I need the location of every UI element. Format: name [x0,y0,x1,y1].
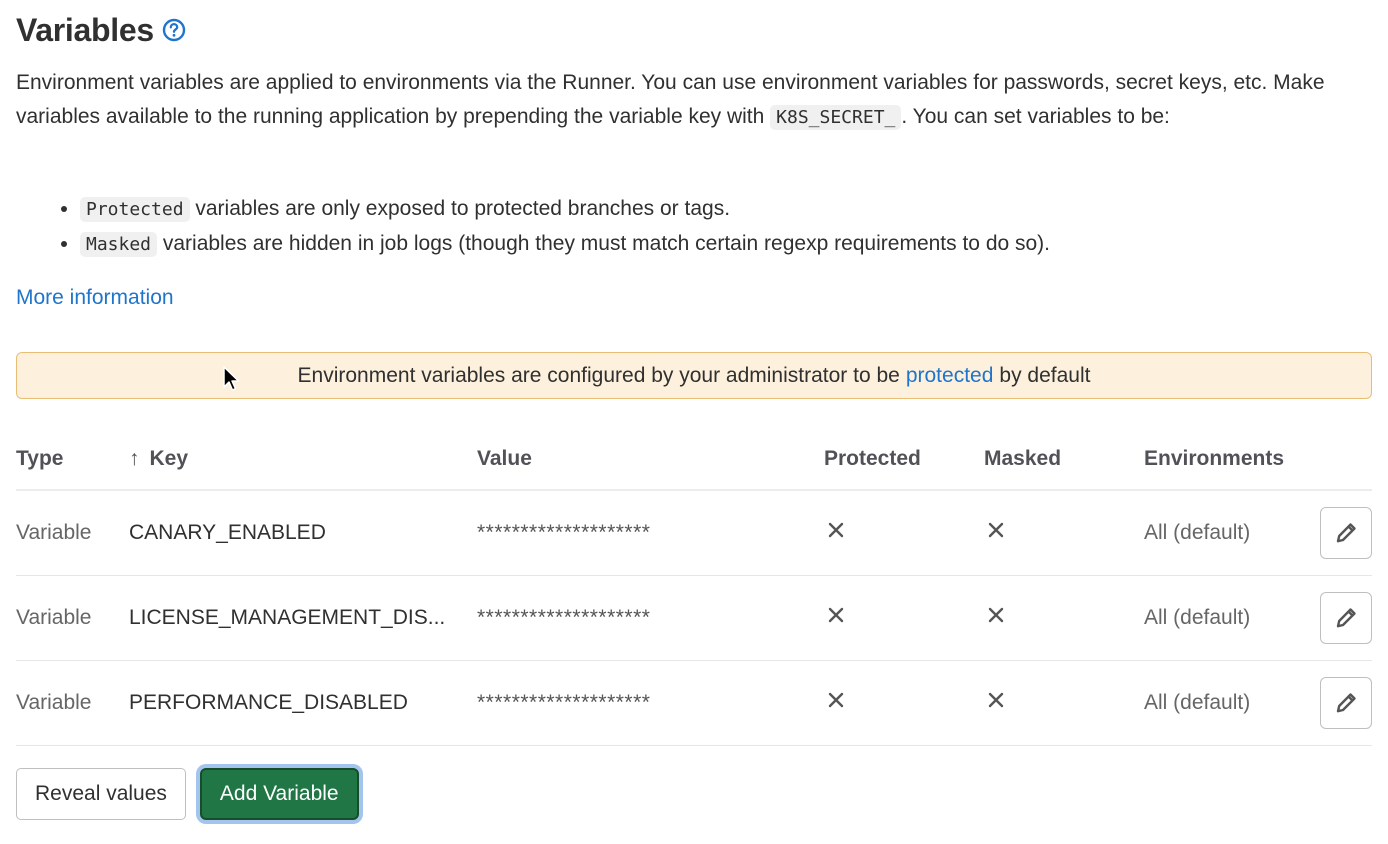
cell-value: ******************** [477,490,824,576]
cell-value: ******************** [477,660,824,746]
close-icon [988,522,1004,537]
column-value[interactable]: Value [477,428,824,491]
column-protected[interactable]: Protected [824,428,984,491]
cell-key: PERFORMANCE_DISABLED [129,660,477,746]
environment-scope: All (default) [1144,690,1251,714]
cell-protected [824,575,984,661]
cell-masked [984,660,1144,746]
more-information-link[interactable]: More information [16,286,174,310]
edit-variable-button[interactable] [1320,591,1372,644]
close-icon [988,607,1004,622]
close-icon [828,692,844,707]
column-type[interactable]: Type [16,428,129,491]
column-environments[interactable]: Environments [1144,428,1372,491]
list-item-protected: Protected variables are only exposed to … [80,192,1050,227]
environment-scope: All (default) [1144,605,1251,629]
cell-masked [984,490,1144,576]
cell-environments: All (default) [1144,575,1372,661]
cell-key: LICENSE_MANAGEMENT_DIS... [129,575,477,661]
table-row: Variable PERFORMANCE_DISABLED **********… [16,660,1372,746]
code-protected: Protected [80,197,190,222]
code-k8s-secret: K8S_SECRET_ [770,104,902,130]
description-text-2: . You can set variables to be: [901,104,1170,128]
cell-masked [984,575,1144,661]
edit-variable-button[interactable] [1320,506,1372,559]
edit-variable-button[interactable] [1320,676,1372,729]
cell-type: Variable [16,490,129,576]
close-icon [828,522,844,537]
bullet-text: variables are only exposed to protected … [189,197,731,220]
pencil-icon [1336,692,1356,712]
banner-text-after: by default [999,363,1091,387]
cell-type: Variable [16,575,129,661]
environment-scope: All (default) [1144,520,1251,544]
protected-default-banner: Environment variables are configured by … [16,352,1372,399]
variable-types-list: Protected variables are only exposed to … [16,192,1050,261]
pencil-icon [1336,607,1356,627]
list-item-masked: Masked variables are hidden in job logs … [80,227,1050,262]
question-circle-icon[interactable] [162,18,186,42]
column-key-label: Key [149,446,189,470]
mouse-cursor-icon [223,366,240,391]
description: Environment variables are applied to env… [16,66,1372,134]
column-key[interactable]: ↑ Key [129,428,477,491]
add-variable-button[interactable]: Add Variable [199,768,359,820]
cell-protected [824,490,984,576]
cell-value: ******************** [477,575,824,661]
bullet-text: variables are hidden in job logs (though… [157,231,1051,255]
title-row: Variables [16,10,186,50]
cell-protected [824,660,984,746]
pencil-icon [1336,523,1356,543]
reveal-values-button[interactable]: Reveal values [16,768,186,820]
variables-table: Type ↑ Key Value Protected Masked Environ… [16,428,1372,746]
banner-text-before: Environment variables are configured by … [297,363,900,387]
cell-environments: All (default) [1144,660,1372,746]
close-icon [828,607,844,622]
cell-environments: All (default) [1144,490,1372,576]
cell-type: Variable [16,660,129,746]
close-icon [988,692,1004,707]
table-row: Variable CANARY_ENABLED ****************… [16,490,1372,576]
column-masked[interactable]: Masked [984,428,1144,491]
protected-link[interactable]: protected [906,364,994,388]
page-title: Variables [16,11,154,48]
table-row: Variable LICENSE_MANAGEMENT_DIS... *****… [16,575,1372,661]
table-actions: Reveal values Add Variable [16,768,359,820]
arrow-up-icon: ↑ [129,446,140,470]
code-masked: Masked [80,231,158,257]
table-header-row: Type ↑ Key Value Protected Masked Environ… [16,428,1372,491]
cell-key: CANARY_ENABLED [129,490,477,576]
